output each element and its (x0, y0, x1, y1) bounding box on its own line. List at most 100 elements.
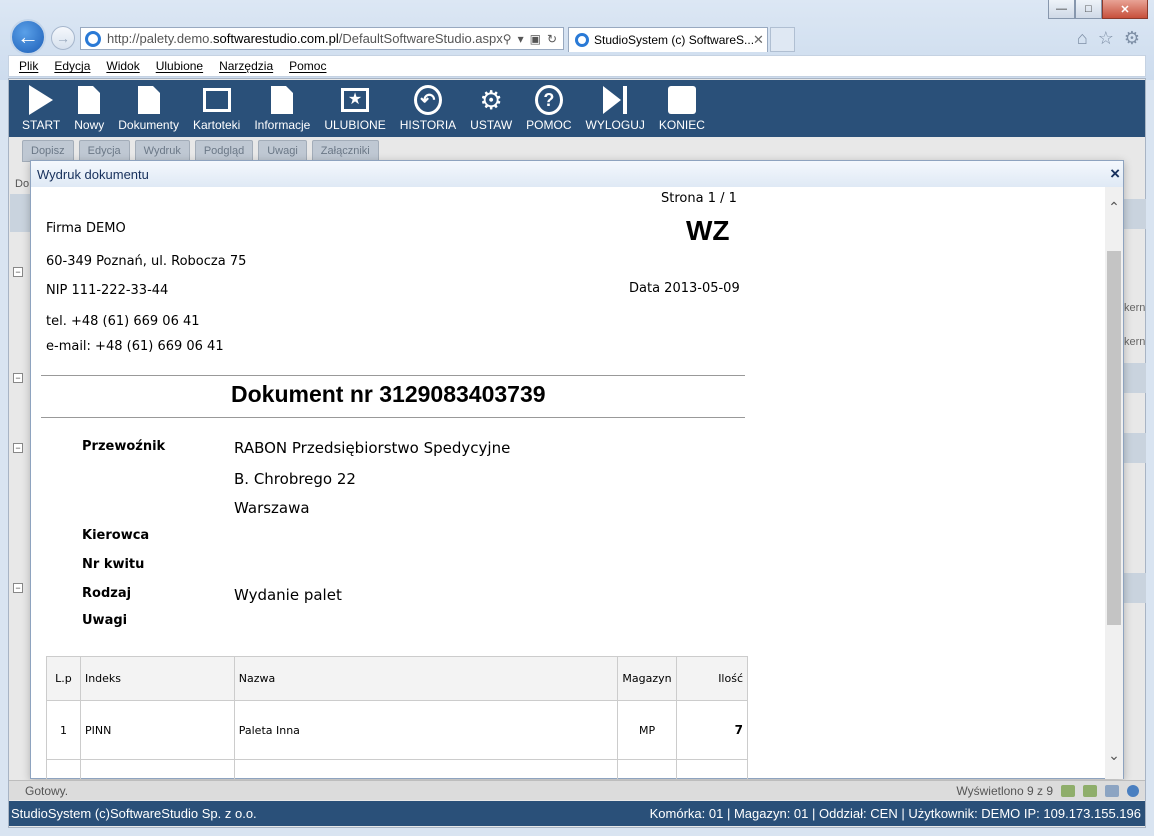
scroll-up-icon[interactable]: ⌃ (1105, 199, 1123, 217)
arrow-right-icon: → (56, 30, 70, 46)
dialog-scrollbar[interactable]: ⌃ ⌄ (1105, 187, 1123, 779)
zalaczniki-button[interactable]: Załączniki (311, 140, 379, 162)
cell-indeks: PINN (79, 700, 235, 760)
col-nazwa: Nazwa (233, 656, 619, 701)
home-icon[interactable]: ⌂ (1077, 28, 1088, 49)
koniec-button[interactable]: KONIEC (652, 80, 712, 137)
tab-close-icon[interactable]: ✕ (753, 32, 767, 48)
sub-toolbar: Dopisz Edycja Wydruk Podgląd Uwagi Załąc… (22, 140, 379, 162)
refresh-grid-icon[interactable] (1061, 784, 1075, 797)
back-button[interactable]: ← (10, 19, 46, 55)
cell-lp: 1 (46, 700, 81, 760)
help-small-icon[interactable] (1127, 784, 1139, 797)
koniec-label: KONIEC (658, 118, 705, 132)
wyloguj-button[interactable]: WYLOGUJ (579, 80, 652, 137)
menu-plik[interactable]: Plik (19, 59, 38, 73)
pomoc-button[interactable]: ? POMOC (519, 80, 578, 137)
wydruk-button[interactable]: Wydruk (134, 140, 190, 162)
scroll-down-icon[interactable]: ⌄ (1105, 747, 1123, 765)
refresh-icon[interactable]: ↻ (547, 32, 557, 46)
menu-pomoc[interactable]: Pomoc (289, 59, 326, 73)
informacje-label: Informacje (254, 118, 311, 132)
grid-cell-snippet: kern (1124, 302, 1146, 314)
company-email: e-mail: +48 (61) 669 06 41 (46, 339, 224, 354)
collapse-icon[interactable]: − (13, 373, 23, 383)
history-icon: ↶ (413, 85, 442, 115)
empty-cell (46, 759, 81, 779)
menu-edycja[interactable]: Edycja (54, 59, 90, 73)
favorites-icon: ★ (341, 88, 370, 112)
menu-widok[interactable]: Widok (106, 59, 139, 73)
search-icon[interactable]: ⚲ (503, 32, 512, 46)
company-nip: NIP 111-222-33-44 (46, 283, 169, 298)
grid-stripe (1122, 433, 1146, 463)
pomoc-label: POMOC (526, 118, 572, 132)
carrier-label: Przewoźnik (82, 439, 166, 454)
compat-icon[interactable]: ▣ (530, 32, 541, 46)
start-button[interactable]: START (15, 80, 67, 137)
browser-menubar: Plik Edycja Widok Ulubione Narzędzia Pom… (8, 55, 1146, 77)
kartoteki-button[interactable]: Kartoteki (186, 80, 247, 137)
menu-narzedzia[interactable]: Narzędzia (219, 59, 273, 73)
carrier-street: B. Chrobrego 22 (234, 470, 356, 488)
informacje-button[interactable]: Informacje (247, 80, 317, 137)
collapse-icon[interactable]: − (13, 267, 23, 277)
maximize-button[interactable]: □ (1075, 0, 1102, 19)
ie-icon (575, 33, 589, 47)
dropdown-icon[interactable]: ▾ (518, 32, 524, 46)
uwagi-button[interactable]: Uwagi (258, 140, 307, 162)
play-icon (29, 85, 54, 115)
logout-icon (601, 85, 629, 115)
url-prefix: http://palety.demo. (107, 31, 213, 46)
documents-icon (137, 86, 160, 114)
document-type: WZ (686, 215, 730, 246)
address-bar[interactable]: http://palety.demo.softwarestudio.com.pl… (80, 27, 564, 50)
empty-cell (233, 759, 619, 779)
grid-cell-snippet: kern (1124, 336, 1146, 348)
records-count: Wyświetlono 9 z 9 (956, 783, 1053, 798)
menu-ulubione[interactable]: Ulubione (156, 59, 203, 73)
gear-icon[interactable]: ⚙ (1124, 28, 1140, 49)
start-label: START (22, 118, 61, 132)
divider (41, 417, 745, 418)
url-domain: softwarestudio.com.pl (213, 31, 339, 46)
settings-gears-icon: ⚙ (479, 84, 503, 115)
company-tel: tel. +48 (61) 669 06 41 (46, 314, 200, 329)
driver-label: Kierowca (82, 528, 150, 543)
podglad-button[interactable]: Podgląd (194, 140, 254, 162)
dokumenty-button[interactable]: Dokumenty (111, 80, 186, 137)
minimize-button[interactable]: — (1048, 0, 1075, 19)
dialog-body[interactable]: Strona 1 / 1 Firma DEMO WZ 60-349 Poznań… (31, 187, 1106, 779)
ustaw-button[interactable]: ⚙ USTAW (463, 80, 519, 137)
col-lp: L.p (46, 656, 81, 701)
browser-tab[interactable]: StudioSystem (c) SoftwareS... ✕ (568, 27, 768, 52)
address-url[interactable]: http://palety.demo.softwarestudio.com.pl… (107, 31, 503, 46)
type-label: Rodzaj (82, 586, 132, 601)
kartoteki-label: Kartoteki (192, 118, 241, 132)
dialog-title: Wydruk dokumentu (37, 166, 149, 182)
ulubione-button[interactable]: ★ ULUBIONE (317, 80, 392, 137)
export-icon[interactable] (1083, 784, 1097, 797)
forward-button[interactable]: → (51, 26, 75, 50)
table-row: 1 PINN Paleta Inna MP 7 (46, 700, 748, 760)
nowy-button[interactable]: Nowy (67, 80, 111, 137)
new-tab-button[interactable] (770, 27, 795, 52)
scroll-thumb[interactable] (1107, 251, 1121, 625)
favorites-star-icon[interactable]: ☆ (1098, 28, 1114, 49)
carrier-city: Warszawa (234, 499, 310, 517)
cell-nazwa: Paleta Inna (233, 700, 619, 760)
window-close-button[interactable]: ✕ (1102, 0, 1148, 19)
grid-stripe (1122, 363, 1146, 393)
historia-button[interactable]: ↶ HISTORIA (393, 80, 463, 137)
col-indeks: Indeks (79, 656, 235, 701)
app-footer: StudioSystem (c)SoftwareStudio Sp. z o.o… (9, 801, 1145, 826)
notes-label: Uwagi (82, 613, 128, 628)
collapse-icon[interactable]: − (13, 583, 23, 593)
dopisz-button[interactable]: Dopisz (22, 140, 74, 162)
edycja-button[interactable]: Edycja (78, 140, 130, 162)
status-bar: Gotowy. Wyświetlono 9 z 9 (9, 780, 1145, 800)
close-icon[interactable]: × (1110, 165, 1120, 182)
print-icon[interactable] (1105, 784, 1119, 797)
ie-icon (85, 30, 101, 47)
collapse-icon[interactable]: − (13, 443, 23, 453)
